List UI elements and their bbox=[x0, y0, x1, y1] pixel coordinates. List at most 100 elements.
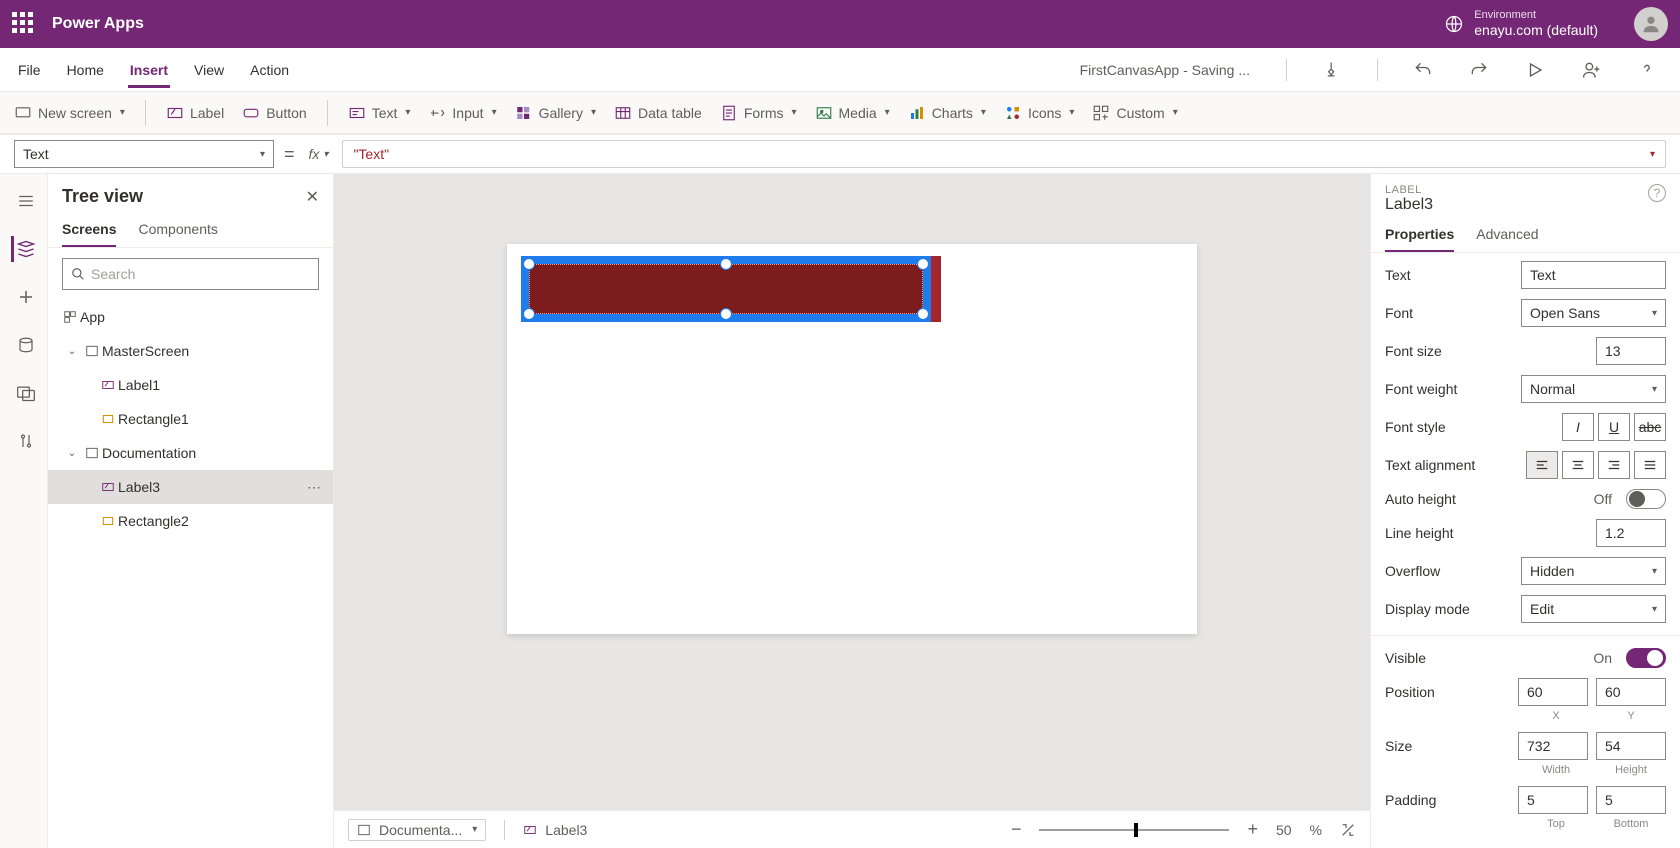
rectangle-control[interactable] bbox=[931, 256, 941, 322]
titlebar: Power Apps Environment enayu.com (defaul… bbox=[0, 0, 1680, 48]
align-center-button[interactable] bbox=[1562, 451, 1594, 479]
control-type: LABEL bbox=[1385, 184, 1433, 196]
left-rail bbox=[0, 174, 48, 848]
share-icon[interactable] bbox=[1580, 59, 1602, 81]
prop-lineheight-input[interactable]: 1.2 bbox=[1596, 519, 1666, 547]
app-checker-icon[interactable] bbox=[1321, 59, 1343, 81]
rail-media-icon[interactable] bbox=[11, 380, 37, 406]
tree-app[interactable]: App bbox=[48, 300, 333, 334]
tree-masterscreen[interactable]: ⌄MasterScreen bbox=[48, 334, 333, 368]
screen-picker[interactable]: Documenta...▾ bbox=[348, 819, 486, 841]
menu-file[interactable]: File bbox=[16, 52, 43, 88]
environment-icon bbox=[1444, 14, 1464, 34]
insert-ribbon: New screen▾ Label Button Text▾ Input▾ Ga… bbox=[0, 92, 1680, 134]
new-screen-button[interactable]: New screen▾ bbox=[14, 104, 125, 122]
canvas-viewport[interactable] bbox=[334, 174, 1370, 810]
zoom-out-button[interactable]: − bbox=[1011, 819, 1022, 840]
prop-width-input[interactable]: 732 bbox=[1518, 732, 1588, 760]
tree-search-input[interactable]: Search bbox=[62, 258, 319, 290]
prop-height-input[interactable]: 54 bbox=[1596, 732, 1666, 760]
tree-rectangle1[interactable]: Rectangle1 bbox=[48, 402, 333, 436]
menu-action[interactable]: Action bbox=[248, 52, 291, 88]
icons-dropdown[interactable]: Icons▾ bbox=[1004, 104, 1075, 122]
zoom-slider[interactable] bbox=[1039, 829, 1229, 831]
rail-hamburger-icon[interactable] bbox=[11, 188, 37, 214]
tree-rectangle2[interactable]: Rectangle2 bbox=[48, 504, 333, 538]
help-icon[interactable]: ? bbox=[1648, 184, 1666, 202]
equals-sign: = bbox=[284, 144, 295, 165]
canvas-footer: Documenta...▾ Label3 − + 50 % bbox=[334, 810, 1370, 848]
app-status: FirstCanvasApp - Saving ... bbox=[1080, 62, 1250, 78]
help-icon[interactable] bbox=[1636, 59, 1658, 81]
menu-insert[interactable]: Insert bbox=[128, 52, 170, 88]
align-justify-button[interactable] bbox=[1634, 451, 1666, 479]
property-selector[interactable]: Text▾ bbox=[14, 140, 274, 168]
play-icon[interactable] bbox=[1524, 59, 1546, 81]
redo-icon[interactable] bbox=[1468, 59, 1490, 81]
formula-input[interactable]: "Text"▾ bbox=[342, 140, 1666, 168]
more-icon[interactable]: ⋯ bbox=[307, 479, 323, 496]
prop-y-input[interactable]: 60 bbox=[1596, 678, 1666, 706]
forms-dropdown[interactable]: Forms▾ bbox=[720, 104, 797, 122]
menu-home[interactable]: Home bbox=[65, 52, 106, 88]
zoom-in-button[interactable]: + bbox=[1247, 819, 1258, 840]
formula-bar: Text▾ = fx▾ "Text"▾ bbox=[0, 134, 1680, 174]
canvas-area: Documenta...▾ Label3 − + 50 % bbox=[334, 174, 1370, 848]
underline-button[interactable]: U bbox=[1598, 413, 1630, 441]
prop-padbottom-input[interactable]: 5 bbox=[1596, 786, 1666, 814]
strike-button[interactable]: abc bbox=[1634, 413, 1666, 441]
rail-data-icon[interactable] bbox=[11, 332, 37, 358]
tree-view-panel: Tree view ✕ Screens Components Search Ap… bbox=[48, 174, 334, 848]
person-icon bbox=[1640, 13, 1662, 35]
environment-picker[interactable]: Environment enayu.com (default) bbox=[1444, 9, 1598, 39]
media-dropdown[interactable]: Media▾ bbox=[815, 104, 890, 122]
text-dropdown[interactable]: Text▾ bbox=[348, 104, 411, 122]
autoheight-toggle[interactable] bbox=[1626, 489, 1666, 509]
close-icon[interactable]: ✕ bbox=[306, 187, 319, 207]
italic-button[interactable]: I bbox=[1562, 413, 1594, 441]
rail-tools-icon[interactable] bbox=[11, 428, 37, 454]
align-left-button[interactable] bbox=[1526, 451, 1558, 479]
prop-font-select[interactable]: Open Sans▾ bbox=[1521, 299, 1666, 327]
tab-advanced[interactable]: Advanced bbox=[1476, 218, 1538, 252]
properties-panel: LABEL Label3 ? Properties Advanced TextT… bbox=[1370, 174, 1680, 848]
prop-text-input[interactable]: Text bbox=[1521, 261, 1666, 289]
visible-toggle[interactable] bbox=[1626, 648, 1666, 668]
prop-fontsize-input[interactable]: 13 bbox=[1596, 337, 1666, 365]
selected-label-control[interactable] bbox=[521, 256, 931, 322]
tree-label1[interactable]: Label1 bbox=[48, 368, 333, 402]
rail-insert-icon[interactable] bbox=[11, 284, 37, 310]
tree-title: Tree view bbox=[62, 186, 143, 207]
app-launcher-icon[interactable] bbox=[12, 12, 36, 36]
prop-displaymode-select[interactable]: Edit▾ bbox=[1521, 595, 1666, 623]
prop-overflow-select[interactable]: Hidden▾ bbox=[1521, 557, 1666, 585]
tree-documentation[interactable]: ⌄Documentation bbox=[48, 436, 333, 470]
control-name: Label3 bbox=[1385, 196, 1433, 214]
canvas-screen[interactable] bbox=[507, 244, 1197, 634]
fx-icon[interactable]: fx▾ bbox=[305, 146, 333, 162]
search-icon bbox=[71, 267, 85, 281]
label-button[interactable]: Label bbox=[166, 104, 224, 122]
tab-components[interactable]: Components bbox=[138, 213, 217, 247]
input-dropdown[interactable]: Input▾ bbox=[428, 104, 496, 122]
rail-tree-icon[interactable] bbox=[11, 236, 37, 262]
undo-icon[interactable] bbox=[1412, 59, 1434, 81]
zoom-value: 50 bbox=[1276, 822, 1292, 838]
charts-dropdown[interactable]: Charts▾ bbox=[908, 104, 986, 122]
breadcrumb-selected[interactable]: Label3 bbox=[523, 822, 587, 838]
tab-properties[interactable]: Properties bbox=[1385, 218, 1454, 252]
align-right-button[interactable] bbox=[1598, 451, 1630, 479]
tab-screens[interactable]: Screens bbox=[62, 213, 116, 247]
tree-label3[interactable]: Label3⋯ bbox=[48, 470, 333, 504]
prop-fontweight-select[interactable]: Normal▾ bbox=[1521, 375, 1666, 403]
gallery-dropdown[interactable]: Gallery▾ bbox=[515, 104, 596, 122]
menu-view[interactable]: View bbox=[192, 52, 226, 88]
data-table-button[interactable]: Data table bbox=[614, 104, 702, 122]
fit-screen-icon[interactable] bbox=[1340, 822, 1356, 838]
user-avatar[interactable] bbox=[1634, 7, 1668, 41]
button-button[interactable]: Button bbox=[242, 104, 306, 122]
prop-padtop-input[interactable]: 5 bbox=[1518, 786, 1588, 814]
app-name: Power Apps bbox=[52, 15, 144, 33]
custom-dropdown[interactable]: Custom▾ bbox=[1092, 104, 1177, 122]
prop-x-input[interactable]: 60 bbox=[1518, 678, 1588, 706]
